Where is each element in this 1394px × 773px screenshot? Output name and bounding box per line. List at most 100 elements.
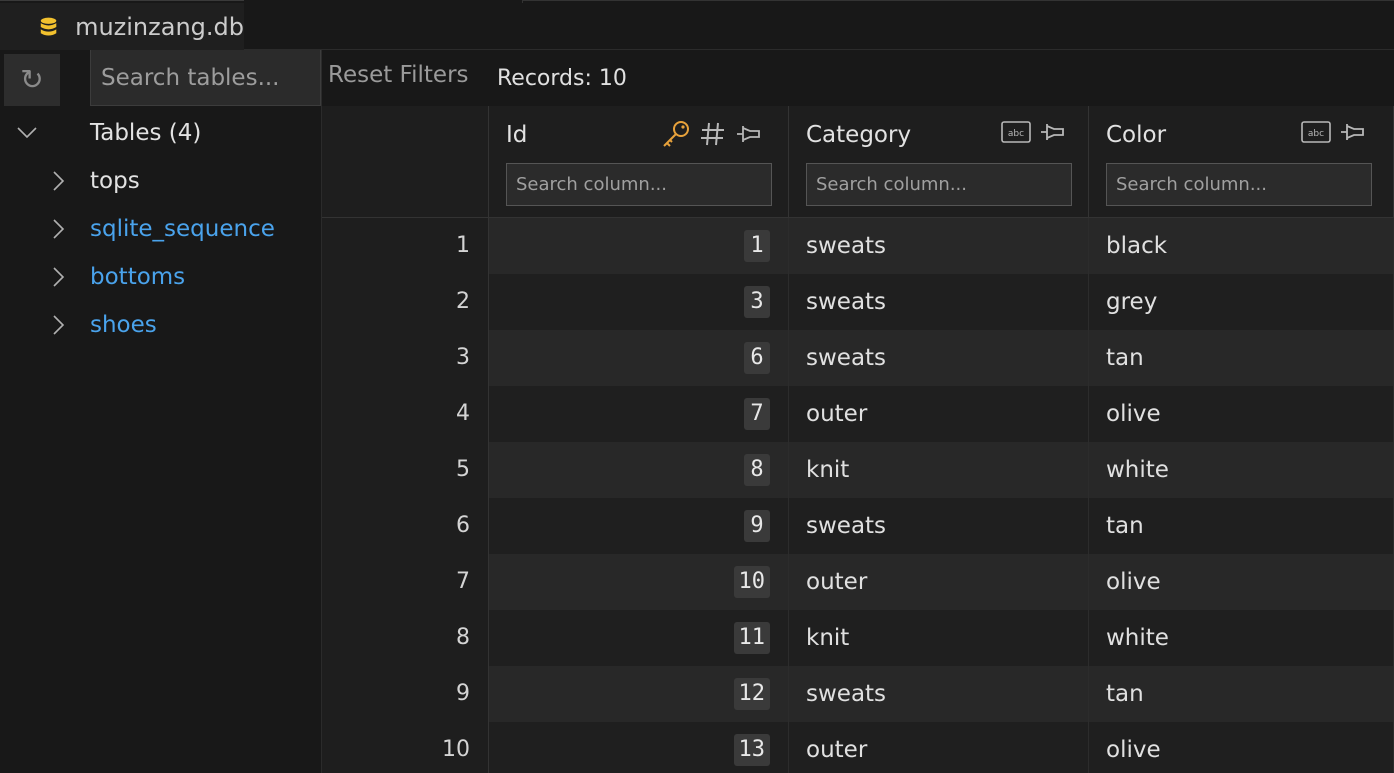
chevron-down-icon	[17, 123, 37, 143]
data-grid: Id Category abc Color	[322, 106, 1394, 773]
pin-icon[interactable]	[1039, 120, 1067, 144]
chevron-right-icon	[49, 315, 69, 335]
table-row[interactable]: 7 10 outer olive	[322, 554, 1394, 610]
cell-color[interactable]: grey	[1089, 274, 1394, 330]
table-name: sqlite_sequence	[90, 216, 275, 242]
cell-color[interactable]: white	[1089, 442, 1394, 498]
row-number: 9	[322, 666, 489, 722]
tab-bar: muzinzang.db	[0, 0, 1394, 50]
table-row[interactable]: 10 13 outer olive	[322, 722, 1394, 773]
row-number: 3	[322, 330, 489, 386]
table-name: bottoms	[90, 264, 186, 290]
refresh-button[interactable]: ↻	[4, 54, 60, 106]
cell-id[interactable]: 6	[489, 330, 789, 386]
cell-category[interactable]: sweats	[789, 666, 1089, 722]
cell-category[interactable]: sweats	[789, 330, 1089, 386]
tree-root-tables[interactable]: Tables (4)	[0, 109, 322, 157]
cell-color[interactable]: olive	[1089, 722, 1394, 773]
sidebar: ↻ Tables (4) tops sqlite_sequence bottom…	[0, 50, 322, 773]
chevron-right-icon	[49, 267, 69, 287]
sidebar-item-sqlite-sequence[interactable]: sqlite_sequence	[0, 205, 322, 253]
cell-category[interactable]: sweats	[789, 498, 1089, 554]
cell-category[interactable]: outer	[789, 554, 1089, 610]
column-title: Category	[806, 122, 912, 148]
cell-id[interactable]: 13	[489, 722, 789, 773]
svg-text:abc: abc	[1008, 129, 1024, 139]
column-header-color[interactable]: Color abc	[1089, 106, 1394, 218]
cell-color[interactable]: white	[1089, 610, 1394, 666]
id-value: 6	[744, 342, 770, 374]
cell-id[interactable]: 7	[489, 386, 789, 442]
id-value: 8	[744, 454, 770, 486]
key-icon	[661, 119, 691, 149]
row-number: 6	[322, 498, 489, 554]
column-header-id[interactable]: Id	[489, 106, 789, 218]
cell-id[interactable]: 8	[489, 442, 789, 498]
column-search-input[interactable]	[506, 163, 772, 206]
table-name: tops	[90, 168, 140, 194]
search-tables-input[interactable]	[90, 50, 321, 106]
cell-id[interactable]: 9	[489, 498, 789, 554]
row-number: 2	[322, 274, 489, 330]
sidebar-item-shoes[interactable]: shoes	[0, 301, 322, 349]
cell-id[interactable]: 3	[489, 274, 789, 330]
text-type-icon: abc	[1301, 121, 1331, 143]
id-value: 3	[744, 286, 770, 318]
column-search-input[interactable]	[1106, 163, 1372, 206]
row-number: 7	[322, 554, 489, 610]
table-row[interactable]: 6 9 sweats tan	[322, 498, 1394, 554]
cell-color[interactable]: tan	[1089, 498, 1394, 554]
cell-category[interactable]: outer	[789, 722, 1089, 773]
table-row[interactable]: 1 1 sweats black	[322, 218, 1394, 274]
cell-category[interactable]: sweats	[789, 274, 1089, 330]
chevron-right-icon	[49, 171, 69, 191]
table-row[interactable]: 5 8 knit white	[322, 442, 1394, 498]
row-number: 4	[322, 386, 489, 442]
table-row[interactable]: 3 6 sweats tan	[322, 330, 1394, 386]
id-value: 11	[733, 622, 770, 654]
column-title: Color	[1106, 122, 1167, 148]
id-value: 13	[733, 734, 770, 766]
id-value: 10	[733, 566, 770, 598]
chevron-right-icon	[49, 219, 69, 239]
refresh-icon: ↻	[20, 63, 44, 96]
cell-id[interactable]: 10	[489, 554, 789, 610]
cell-category[interactable]: knit	[789, 442, 1089, 498]
row-number: 1	[322, 218, 489, 274]
row-number: 8	[322, 610, 489, 666]
id-value: 1	[744, 230, 770, 262]
column-title: Id	[506, 122, 528, 148]
database-icon	[40, 17, 57, 36]
cell-id[interactable]: 12	[489, 666, 789, 722]
cell-color[interactable]: tan	[1089, 666, 1394, 722]
sidebar-item-bottoms[interactable]: bottoms	[0, 253, 322, 301]
table-row[interactable]: 2 3 sweats grey	[322, 274, 1394, 330]
cell-category[interactable]: sweats	[789, 218, 1089, 274]
cell-color[interactable]: black	[1089, 218, 1394, 274]
tab-database-file[interactable]: muzinzang.db	[0, 3, 244, 50]
cell-id[interactable]: 1	[489, 218, 789, 274]
row-number: 5	[322, 442, 489, 498]
cell-category[interactable]: outer	[789, 386, 1089, 442]
row-number: 10	[322, 722, 489, 773]
column-header-category[interactable]: Category abc	[789, 106, 1089, 218]
cell-category[interactable]: knit	[789, 610, 1089, 666]
cell-id[interactable]: 11	[489, 610, 789, 666]
pin-icon[interactable]	[1339, 120, 1367, 144]
records-count: Records: 10	[497, 66, 627, 91]
svg-text:abc: abc	[1308, 129, 1324, 139]
table-row[interactable]: 9 12 sweats tan	[322, 666, 1394, 722]
column-search-input[interactable]	[806, 163, 1072, 206]
cell-color[interactable]: tan	[1089, 330, 1394, 386]
cell-color[interactable]: olive	[1089, 554, 1394, 610]
reset-filters-button[interactable]: Reset Filters	[328, 62, 469, 88]
table-row[interactable]: 4 7 outer olive	[322, 386, 1394, 442]
pin-icon[interactable]	[735, 122, 763, 146]
tab-label: muzinzang.db	[75, 12, 244, 41]
table-name: shoes	[90, 312, 157, 338]
id-value: 7	[744, 398, 770, 430]
cell-color[interactable]: olive	[1089, 386, 1394, 442]
grid-toolbar: Reset Filters Records: 10	[322, 50, 1394, 106]
table-row[interactable]: 8 11 knit white	[322, 610, 1394, 666]
sidebar-item-tops[interactable]: tops	[0, 157, 322, 205]
